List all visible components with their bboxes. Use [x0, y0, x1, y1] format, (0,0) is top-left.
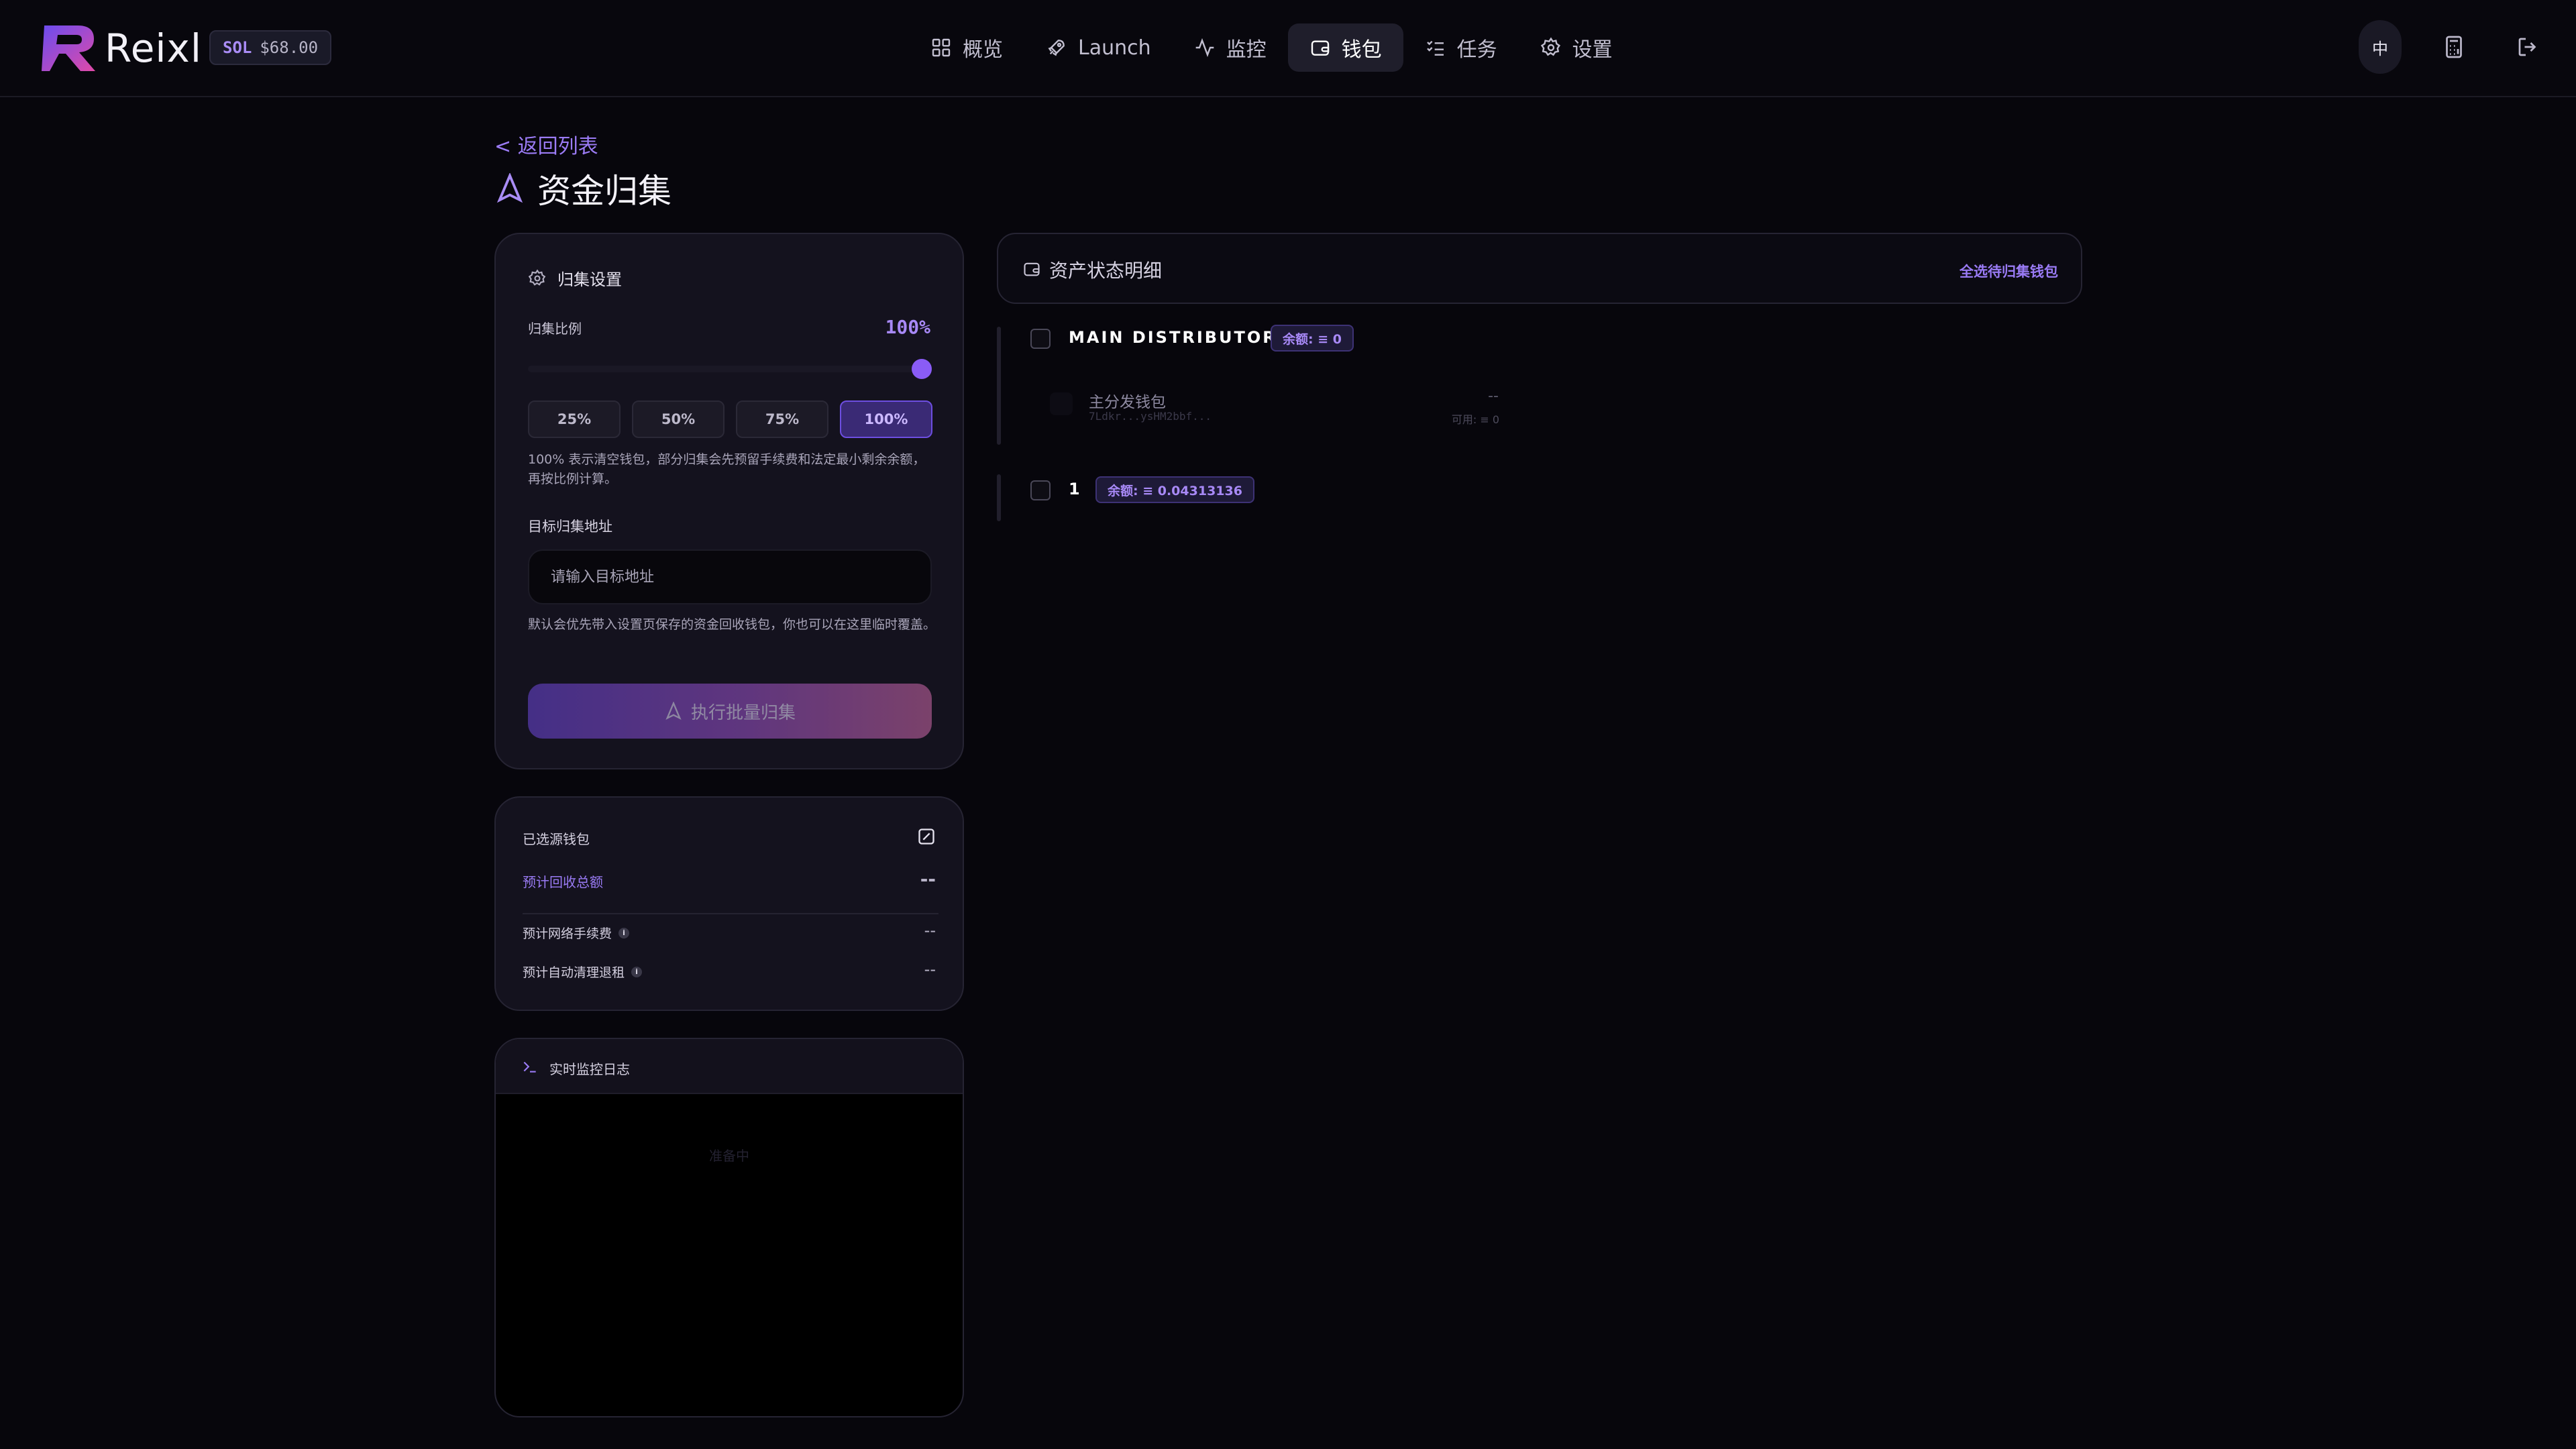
nav-label: 钱包	[1341, 38, 1382, 62]
navigation-icon	[665, 702, 682, 720]
network-fee-label: 预计网络手续费 i	[523, 924, 630, 942]
ratio-label: 归集比例	[528, 321, 582, 337]
wallet-address: 7Ldkr...ysHM2bbf...	[1089, 410, 1212, 423]
wallet-name: 主分发钱包	[1089, 394, 1166, 411]
log-title: 实时监控日志	[549, 1061, 630, 1077]
asset-status-title: 资产状态明细	[1049, 260, 1163, 282]
page-title-text: 资金归集	[537, 172, 672, 211]
logout-icon	[2518, 38, 2536, 56]
activity-icon	[1195, 38, 1214, 58]
nav-label: Launch	[1078, 36, 1151, 60]
ratio-hint: 100% 表示清空钱包，部分归集会先预留手续费和法定最小剩余余额，再按比例计算。	[528, 452, 926, 486]
group-balance-badge: 余额: ≡ 0.04313136	[1095, 476, 1254, 503]
preset-100-button[interactable]: 100%	[840, 400, 932, 438]
edit-selection-button[interactable]	[917, 827, 936, 846]
asset-status-header: 资产状态明细 全选待归集钱包	[997, 233, 2082, 304]
nav-label: 任务	[1456, 38, 1497, 62]
select-all-wallets-link[interactable]: 全选待归集钱包	[1960, 261, 2058, 281]
log-header: 实时监控日志	[496, 1039, 963, 1094]
grid-icon	[932, 38, 951, 57]
brand-name: Reixl	[105, 25, 202, 71]
calculator-icon	[2446, 36, 2462, 58]
group-balance-badge: 余额: ≡ 0	[1271, 325, 1354, 352]
main-nav: 概览 Launch 监控 钱包 任务 设置	[909, 23, 1634, 72]
nav-launch[interactable]: Launch	[1024, 23, 1173, 72]
collect-settings-card: 归集设置 归集比例 100% 25% 50% 75% 100% 100% 表示清…	[494, 233, 964, 769]
group-indicator	[997, 327, 1001, 445]
group-main-distributor-checkbox[interactable]	[1030, 329, 1051, 349]
nav-label: 监控	[1226, 38, 1267, 62]
info-icon[interactable]: i	[631, 966, 643, 977]
rent-refund-label: 预计自动清理退租 i	[523, 963, 643, 981]
settings-title: 归集设置	[557, 270, 622, 289]
logout-button[interactable]	[2506, 20, 2549, 74]
price-symbol: SOL	[223, 38, 252, 57]
calculator-button[interactable]	[2432, 20, 2475, 74]
navigation-icon	[496, 173, 523, 203]
checklist-icon	[1426, 40, 1444, 56]
rent-refund-text: 预计自动清理退租	[523, 965, 625, 980]
nav-settings[interactable]: 设置	[1519, 23, 1634, 72]
page-title: 资金归集	[494, 164, 672, 213]
group-1-checkbox[interactable]	[1030, 480, 1051, 500]
selected-wallets-summary-card: 已选源钱包 预计回收总额 -- 预计网络手续费 i -- 预计自动清理退租 i …	[494, 796, 964, 1011]
preset-50-button[interactable]: 50%	[632, 400, 724, 438]
preset-25-button[interactable]: 25%	[528, 400, 621, 438]
execute-label: 执行批量归集	[690, 702, 796, 723]
group-indicator	[997, 474, 1001, 521]
ratio-slider-track[interactable]	[528, 366, 930, 372]
wallet-icon	[1024, 262, 1040, 276]
nav-overview[interactable]: 概览	[909, 23, 1024, 72]
wallet-available: 可用: ≡ 0	[1451, 413, 1499, 426]
sol-price-badge: SOL $68.00	[209, 30, 332, 65]
wallet-row-checkbox[interactable]	[1050, 392, 1073, 415]
gear-icon	[528, 268, 546, 286]
header-actions: 中	[2359, 20, 2549, 74]
ratio-slider-thumb[interactable]	[912, 359, 932, 379]
wallet-value: --	[1488, 388, 1499, 405]
settings-card-header: 归集设置	[528, 266, 622, 290]
rent-refund-value: --	[924, 960, 936, 979]
info-icon[interactable]: i	[619, 927, 630, 938]
edit-icon	[918, 828, 934, 845]
language-toggle[interactable]: 中	[2359, 20, 2402, 74]
ratio-value: 100%	[885, 316, 930, 338]
logo[interactable]: Reixl	[42, 21, 202, 75]
summary-divider	[523, 913, 938, 914]
total-recovery-label: 预计回收总额	[523, 874, 603, 890]
price-value: $68.00	[260, 38, 319, 57]
group-name: MAIN DISTRIBUTOR	[1069, 328, 1277, 347]
live-log-card: 实时监控日志 准备中	[494, 1038, 964, 1417]
group-name: 1	[1069, 480, 1082, 498]
nav-label: 设置	[1572, 38, 1613, 62]
target-address-input[interactable]	[528, 549, 932, 604]
nav-label: 概览	[963, 38, 1003, 62]
total-recovery-value: --	[920, 868, 936, 890]
reixl-logo-icon	[42, 25, 95, 71]
rocket-icon	[1048, 40, 1065, 56]
network-fee-value: --	[924, 921, 936, 940]
target-address-hint: 默认会优先带入设置页保存的资金回收钱包，你也可以在这里临时覆盖。	[528, 617, 936, 632]
log-empty-state: 准备中	[709, 1148, 749, 1164]
terminal-icon	[523, 1061, 536, 1073]
wallet-icon	[1311, 40, 1329, 56]
execute-batch-collect-button[interactable]: 执行批量归集	[528, 684, 932, 739]
nav-wallet[interactable]: 钱包	[1287, 23, 1403, 72]
gear-icon	[1540, 37, 1560, 56]
nav-monitor[interactable]: 监控	[1173, 23, 1288, 72]
ratio-presets: 25% 50% 75% 100%	[528, 400, 932, 438]
back-to-list-link[interactable]: < 返回列表	[494, 129, 598, 159]
nav-tasks[interactable]: 任务	[1403, 23, 1519, 72]
preset-75-button[interactable]: 75%	[736, 400, 828, 438]
summary-title: 已选源钱包	[523, 831, 590, 847]
target-address-label: 目标归集地址	[528, 519, 612, 535]
network-fee-text: 预计网络手续费	[523, 926, 612, 941]
top-header: Reixl SOL $68.00 概览 Launch 监控 钱包 任务 设置 中	[0, 0, 2576, 97]
